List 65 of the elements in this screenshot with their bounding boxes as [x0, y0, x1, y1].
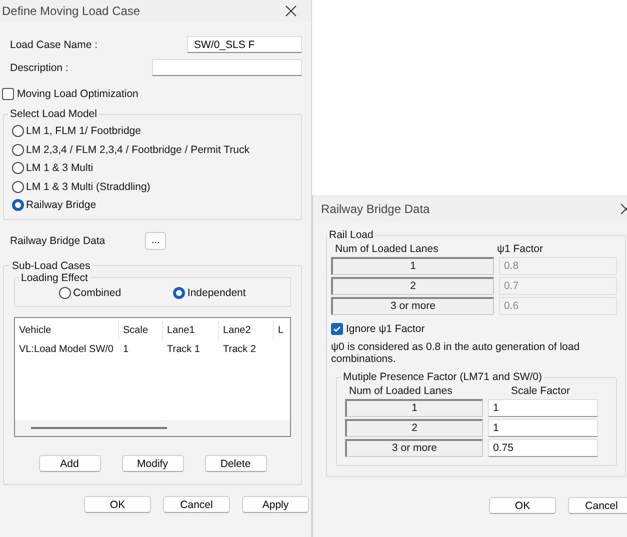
group-title: Mutiple Presence Factor (LM71 and SW/0) — [342, 371, 543, 383]
row-header: 1 — [345, 399, 483, 417]
window-title: Define Moving Load Case — [2, 4, 140, 18]
table-cell-text: Track 2 — [222, 343, 257, 357]
dialog-button[interactable]: Modify — [122, 455, 184, 472]
check-icon — [332, 324, 342, 334]
column-header: Num of Loaded Lanes — [334, 243, 440, 255]
checkbox[interactable] — [331, 323, 343, 335]
checkbox[interactable] — [2, 88, 14, 100]
table-cell-text: 1 — [122, 343, 130, 357]
row-header: 3 or more — [331, 297, 494, 315]
dialog-button[interactable]: Add — [38, 455, 100, 472]
field-label: Load Case Name : — [10, 38, 98, 50]
row-header: 3 or more — [345, 439, 483, 457]
dialog-button[interactable]: Cancel — [568, 497, 627, 514]
table-cell-text: Track 1 — [166, 343, 201, 357]
radio-label: LM 2,3,4 / FLM 2,3,4 / Footbridge / Permit Truck — [26, 144, 250, 156]
close-icon[interactable] — [285, 5, 297, 17]
column-header: Num of Loaded Lanes — [348, 385, 454, 397]
field-label: Railway Bridge Data — [10, 234, 106, 246]
radio-label: LM 1 & 3 Multi — [26, 162, 94, 174]
dialog-button[interactable]: OK — [84, 496, 151, 513]
radio-button[interactable] — [12, 162, 24, 174]
browse-button[interactable]: ... — [145, 232, 166, 250]
radio-button[interactable] — [12, 199, 24, 212]
dialog-button[interactable]: OK — [489, 497, 556, 514]
column-header[interactable]: Lane2 — [219, 321, 274, 340]
column-header[interactable]: Lane1 — [163, 321, 219, 340]
radio-button[interactable] — [173, 286, 186, 299]
table-cell-text: VL:Load Model SW/0 — [18, 343, 114, 357]
radio-label: Railway Bridge — [26, 199, 96, 212]
window-title: Railway Bridge Data — [321, 202, 430, 216]
group-title: Loading Effect — [20, 272, 89, 284]
dialog-button[interactable]: Cancel — [163, 496, 230, 513]
group-title: Select Load Model — [9, 108, 98, 120]
input-field[interactable]: 1 — [488, 399, 598, 417]
radio-label: LM 1, FLM 1/ Footbridge — [26, 125, 141, 138]
radio-button[interactable] — [59, 286, 72, 299]
radio-button[interactable] — [12, 144, 24, 156]
dialog-button[interactable]: Delete — [204, 455, 266, 472]
radio-button[interactable] — [12, 180, 24, 193]
checkbox-label: Ignore ψ1 Factor — [346, 323, 425, 335]
radio-label: Independent — [187, 286, 246, 299]
radio-label: Combined — [73, 286, 122, 299]
checkbox-label: Moving Load Optimization — [17, 88, 138, 100]
radio-button[interactable] — [12, 125, 24, 138]
dialog-button[interactable]: Apply — [242, 496, 309, 513]
input-field[interactable]: 1 — [488, 419, 598, 437]
column-header: Scale Factor — [511, 385, 570, 397]
scrollbar-thumb[interactable] — [31, 427, 167, 429]
radio-label: LM 1 & 3 Multi (Straddling) — [26, 180, 150, 193]
column-header[interactable]: Vehicle — [15, 321, 119, 340]
input-field[interactable]: SW/0_SLS F — [187, 36, 302, 53]
note-text: ψ0 is considered as 0.8 in the auto generation of load combinations. — [331, 341, 581, 365]
field-label: Description : — [10, 62, 68, 74]
input-field[interactable] — [152, 59, 302, 76]
group-title: Rail Load — [328, 229, 374, 241]
row-header: 1 — [331, 257, 494, 275]
row-header: 2 — [331, 277, 494, 295]
column-header[interactable]: Scale — [119, 321, 163, 340]
column-header[interactable]: L — [274, 321, 284, 340]
row-header: 2 — [345, 419, 483, 437]
input-field[interactable]: 0.75 — [488, 439, 598, 457]
group-title: Sub-Load Cases — [11, 260, 92, 272]
column-header: ψ1 Factor — [497, 243, 543, 255]
